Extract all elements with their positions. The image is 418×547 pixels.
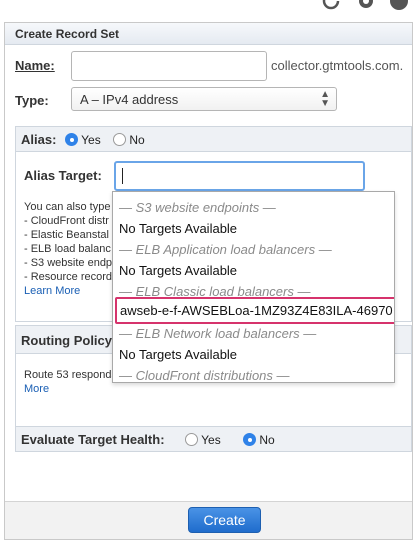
alias-target-label: Alias Target: [24, 168, 102, 183]
name-label: Name: [15, 58, 55, 73]
health-no-option[interactable]: No [243, 433, 275, 447]
dropdown-option[interactable]: No Targets Available [119, 221, 237, 236]
alias-yes-option[interactable]: Yes [65, 133, 101, 147]
panel-header: Create Record Set [5, 23, 412, 45]
evaluate-health-section: Evaluate Target Health: Yes No [15, 426, 412, 452]
alias-label: Alias: [21, 132, 57, 147]
alias-no-radio[interactable] [113, 133, 126, 146]
name-input[interactable] [71, 51, 267, 81]
dropdown-option[interactable]: No Targets Available [119, 263, 237, 278]
alias-no-option[interactable]: No [113, 133, 145, 147]
routing-policy-desc: Route 53 responds More [24, 368, 117, 396]
gear-icon[interactable] [356, 0, 376, 11]
help-line: You can also type [24, 201, 111, 213]
selected-load-balancer: awseb-e-f-AWSEBLoa-1MZ93Z4E83ILA-46970 [120, 303, 393, 318]
domain-suffix: collector.gtmtools.com. [271, 58, 404, 73]
health-no-radio[interactable] [243, 433, 256, 446]
dropdown-option[interactable]: No Targets Available [119, 347, 237, 362]
alias-target-input[interactable] [114, 161, 365, 191]
health-yes-option[interactable]: Yes [185, 433, 221, 447]
routing-policy-text: Route 53 responds [24, 369, 117, 381]
help-line: - CloudFront distr [24, 215, 109, 227]
text-cursor [122, 168, 123, 184]
help-line: - Elastic Beanstal [24, 229, 109, 241]
panel-title: Create Record Set [15, 27, 120, 41]
alias-yes-radio[interactable] [65, 133, 78, 146]
alias-help-text: You can also type - CloudFront distr - E… [24, 200, 112, 298]
dropdown-group-header: — ELB Network load balancers — [119, 326, 317, 341]
learn-more-link[interactable]: Learn More [24, 284, 112, 298]
type-select-value: A – IPv4 address [80, 92, 179, 107]
refresh-icon[interactable] [321, 0, 341, 11]
more-link[interactable]: More [24, 382, 117, 396]
updown-arrow-icon: ▲ ▼ [320, 89, 330, 109]
alias-header: Alias: Yes No [16, 127, 411, 152]
health-no-label: No [259, 433, 275, 447]
create-button[interactable]: Create [188, 507, 261, 533]
dropdown-option-selected[interactable]: awseb-e-f-AWSEBLoa-1MZ93Z4E83ILA-46970 [115, 297, 394, 324]
alias-yes-label: Yes [81, 133, 101, 147]
help-line: - Resource record [24, 271, 113, 283]
info-icon[interactable] [389, 0, 409, 11]
help-line: - ELB load balanc [24, 243, 111, 255]
help-line: - S3 website endp [24, 257, 113, 269]
evaluate-health-label: Evaluate Target Health: [21, 432, 165, 447]
health-yes-radio[interactable] [185, 433, 198, 446]
type-label: Type: [15, 93, 49, 108]
alias-target-dropdown[interactable]: — S3 website endpoints — No Targets Avai… [112, 191, 395, 383]
dropdown-group-header: — ELB Application load balancers — [119, 242, 332, 257]
dropdown-group-header: — CloudFront distributions — [119, 368, 290, 383]
panel-footer: Create [5, 501, 412, 539]
health-yes-label: Yes [201, 433, 221, 447]
alias-no-label: No [129, 133, 145, 147]
dropdown-group-header: — S3 website endpoints — [119, 200, 276, 215]
type-select[interactable]: A – IPv4 address ▲ ▼ [71, 87, 337, 111]
routing-policy-label: Routing Policy [21, 333, 112, 348]
